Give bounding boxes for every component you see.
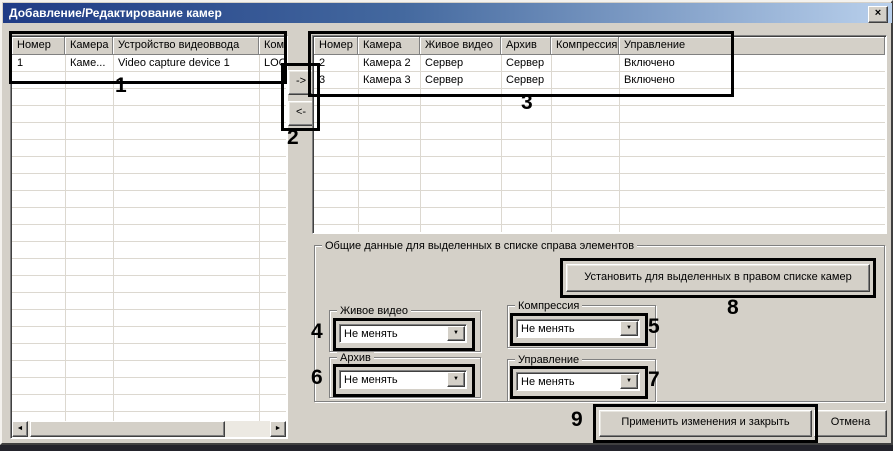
archive-groupbox-label: Архив [337, 352, 374, 364]
column-header-computer[interactable]: Комп [259, 37, 286, 55]
title-bar: Добавление/Редактирование камер × [3, 3, 892, 23]
chevron-down-icon[interactable]: ▼ [620, 321, 638, 336]
chevron-down-icon[interactable]: ▼ [447, 372, 465, 387]
column-header-control[interactable]: Управление [619, 37, 885, 55]
cell-archive: Сервер [501, 72, 551, 89]
cell-live-video: Сервер [420, 72, 501, 89]
cell-video-device: Video capture device 1 [113, 55, 259, 72]
chevron-down-icon[interactable]: ▼ [447, 326, 465, 341]
selected-cameras-header: Номер Камера Живое видео Архив Компресси… [314, 37, 885, 55]
column-header-number[interactable]: Номер [12, 37, 65, 55]
column-header-compression[interactable]: Компрессия [551, 37, 619, 55]
move-right-button[interactable]: -> [288, 70, 314, 95]
column-header-archive[interactable]: Архив [501, 37, 551, 55]
gridline [65, 55, 66, 437]
common-data-groupbox-label: Общие данные для выделенных в списке спр… [322, 240, 637, 252]
selected-cameras-body: 2 Камера 2 Сервер Сервер Включено 3 Каме… [314, 55, 885, 232]
gridline [259, 55, 260, 437]
horizontal-scrollbar[interactable]: ◄ ► [12, 421, 286, 437]
live-video-combobox[interactable]: Не менять ▼ [339, 324, 467, 343]
cell-compression [551, 55, 619, 72]
cell-compression [551, 72, 619, 89]
compression-combobox-value: Не менять [521, 321, 575, 337]
cell-number: 3 [314, 72, 358, 89]
table-row[interactable]: 3 Камера 3 Сервер Сервер Включено [314, 72, 885, 89]
live-video-groupbox-label: Живое видео [337, 305, 411, 317]
scroll-right-icon: ► [275, 425, 282, 432]
compression-groupbox-label: Компрессия [515, 300, 582, 312]
screenshot-root: Добавление/Редактирование камер × Номер … [0, 0, 893, 451]
camera-add-edit-dialog: Добавление/Редактирование камер × Номер … [0, 0, 893, 445]
compression-combobox[interactable]: Не менять ▼ [516, 319, 640, 338]
available-cameras-list[interactable]: Номер Камера Устройство видеоввода Комп … [10, 35, 288, 439]
cell-camera: Камера 3 [358, 72, 420, 89]
archive-combobox-value: Не менять [344, 372, 398, 388]
scroll-left-button[interactable]: ◄ [12, 421, 28, 437]
chevron-down-icon[interactable]: ▼ [620, 374, 638, 389]
available-cameras-list-inner: Номер Камера Устройство видеоввода Комп … [12, 37, 286, 437]
column-header-video-device[interactable]: Устройство видеоввода [113, 37, 259, 55]
cell-control: Включено [619, 55, 885, 72]
cell-number: 2 [314, 55, 358, 72]
control-groupbox-label: Управление [515, 354, 582, 366]
column-header-live-video[interactable]: Живое видео [420, 37, 501, 55]
apply-to-selected-button[interactable]: Установить для выделенных в правом списк… [566, 264, 870, 292]
dialog-title: Добавление/Редактирование камер [9, 6, 222, 20]
available-cameras-header: Номер Камера Устройство видеоввода Комп [12, 37, 286, 55]
table-row[interactable]: 2 Камера 2 Сервер Сервер Включено [314, 55, 885, 72]
control-combobox-value: Не менять [521, 374, 575, 390]
scrollbar-thumb[interactable] [30, 421, 225, 437]
desktop-edge-strip [0, 445, 893, 451]
cancel-button[interactable]: Отмена [814, 410, 887, 437]
apply-and-close-button[interactable]: Применить изменения и закрыть [599, 410, 812, 437]
cell-computer: LOCA [259, 55, 286, 72]
column-header-camera[interactable]: Камера [358, 37, 420, 55]
close-button[interactable]: × [868, 6, 888, 23]
available-cameras-body: 1 Каме... Video capture device 1 LOCA ◄ … [12, 55, 286, 437]
column-header-number[interactable]: Номер [314, 37, 358, 55]
scroll-right-button[interactable]: ► [270, 421, 286, 437]
column-header-camera[interactable]: Камера [65, 37, 113, 55]
selected-cameras-list-inner: Номер Камера Живое видео Архив Компресси… [314, 37, 885, 232]
gridline [113, 55, 114, 437]
selected-cameras-list[interactable]: Номер Камера Живое видео Архив Компресси… [312, 35, 887, 234]
cell-camera: Камера 2 [358, 55, 420, 72]
table-row[interactable]: 1 Каме... Video capture device 1 LOCA [12, 55, 286, 72]
live-video-combobox-value: Не менять [344, 326, 398, 342]
cell-control: Включено [619, 72, 885, 89]
close-icon: × [875, 7, 881, 19]
move-left-button[interactable]: <- [288, 101, 314, 126]
cell-archive: Сервер [501, 55, 551, 72]
cell-number: 1 [12, 55, 65, 72]
cell-camera: Каме... [65, 55, 113, 72]
control-combobox[interactable]: Не менять ▼ [516, 372, 640, 391]
cell-live-video: Сервер [420, 55, 501, 72]
archive-combobox[interactable]: Не менять ▼ [339, 370, 467, 389]
scroll-left-icon: ◄ [17, 425, 24, 432]
